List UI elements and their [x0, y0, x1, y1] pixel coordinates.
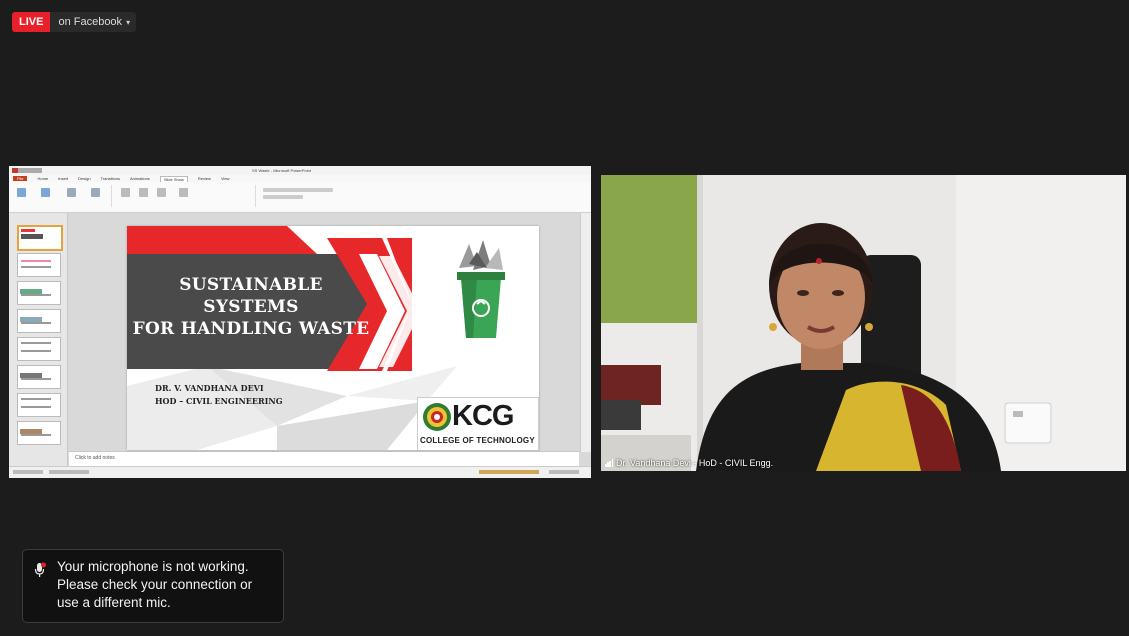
presenter-info: DR. V. VANDHANA DEVI HOD – CIVIL ENGINEE…: [155, 382, 283, 408]
live-stream-indicator[interactable]: LIVE on Facebook ▾: [12, 12, 137, 32]
slide-thumbnail[interactable]: [17, 309, 61, 333]
live-destination-label: on Facebook: [58, 16, 123, 28]
kcg-logo: KCG COLLEGE OF TECHNOLOGY: [417, 397, 539, 450]
mic-warning-message: Your microphone is not working. Please c…: [57, 558, 279, 612]
participant-video-feed: [601, 175, 1126, 471]
from-current-icon: [41, 188, 50, 197]
live-destination-dropdown[interactable]: on Facebook ▾: [50, 16, 136, 28]
ppt-status-bar: [9, 466, 591, 478]
ribbon-tab-view: View: [220, 176, 230, 181]
ribbon-tab-slide-show: Slide Show: [159, 175, 188, 182]
record-icon: [179, 188, 188, 197]
live-badge: LIVE: [12, 12, 51, 32]
broadcast-icon: [67, 188, 76, 197]
hide-slide-icon: [139, 188, 148, 197]
slide-title: SUSTAINABLE SYSTEMS FOR HANDLING WASTE: [131, 274, 371, 340]
slide-thumbnail[interactable]: [17, 253, 61, 277]
setup-slideshow-icon: [121, 188, 130, 197]
ribbon-tab-design: Design: [78, 176, 91, 181]
ribbon-tab-home: Home: [37, 176, 49, 181]
ribbon-group-setup: [115, 185, 256, 207]
participant-name-label: Dr. Vandhana Devi - HoD - CIVIL Engg.: [605, 458, 773, 468]
mic-warning-line2: Please check your connection or: [57, 577, 253, 592]
slide-title-line2: FOR HANDLING WASTE: [132, 319, 370, 339]
participant-name: Dr. Vandhana Devi - HoD - CIVIL Engg.: [616, 458, 774, 468]
college-emblem-icon: [423, 403, 451, 431]
mic-warning-line3: use a different mic.: [57, 595, 171, 610]
ribbon-tab-file: File: [13, 176, 28, 181]
ppt-window-title: SS Waste - Microsoft PowerPoint: [252, 168, 311, 173]
slide-thumbnail[interactable]: [17, 281, 61, 305]
mic-warning-line1: Your microphone is not working.: [57, 559, 249, 574]
ribbon-tab-insert: Insert: [58, 176, 69, 181]
kcg-logo-subtext: COLLEGE OF TECHNOLOGY: [420, 436, 535, 445]
resolution-field: [263, 188, 333, 192]
vertical-scrollbar[interactable]: [580, 213, 591, 452]
microphone-warning-icon: [34, 562, 46, 577]
ribbon-group-start: [11, 185, 112, 207]
notes-pane[interactable]: Click to add notes: [69, 451, 579, 467]
slide-thumbnails-pane: [9, 213, 68, 467]
ppt-ribbon: [9, 182, 591, 213]
slide-thumbnail[interactable]: [17, 393, 61, 417]
ribbon-tab-animations: Animations: [130, 176, 150, 181]
presenter-name: DR. V. VANDHANA DEVI: [155, 383, 264, 393]
presenter-role: HOD – CIVIL ENGINEERING: [155, 396, 283, 406]
recycle-bin-icon: [457, 240, 505, 338]
slide-thumbnail[interactable]: [17, 337, 61, 361]
signal-bars-icon: [605, 459, 614, 467]
current-slide: SUSTAINABLE SYSTEMS FOR HANDLING WASTE D…: [127, 226, 539, 450]
show-on-field: [263, 195, 303, 199]
slide-thumbnail[interactable]: [17, 421, 61, 445]
kcg-logo-text: KCG: [452, 400, 514, 432]
ribbon-tab-review: Review: [197, 176, 211, 181]
from-beginning-icon: [17, 188, 26, 197]
slide-thumbnail[interactable]: [17, 365, 61, 389]
slide-title-line1: SUSTAINABLE SYSTEMS: [179, 275, 323, 317]
participant-video-tile[interactable]: [601, 175, 1126, 471]
ribbon-tab-transitions: Transitions: [100, 176, 121, 181]
ppt-ribbon-tabs: File Home Insert Design Transitions Anim…: [9, 175, 591, 182]
ribbon-group-monitors: [259, 185, 349, 207]
ppt-title-bar: SS Waste - Microsoft PowerPoint: [9, 166, 591, 175]
chevron-down-icon: ▾: [126, 17, 131, 27]
quick-access-toolbar: [12, 168, 42, 173]
mic-warning-toast[interactable]: Your microphone is not working. Please c…: [22, 549, 284, 623]
slide-thumbnail[interactable]: [17, 225, 63, 251]
rehearse-icon: [157, 188, 166, 197]
custom-show-icon: [91, 188, 100, 197]
